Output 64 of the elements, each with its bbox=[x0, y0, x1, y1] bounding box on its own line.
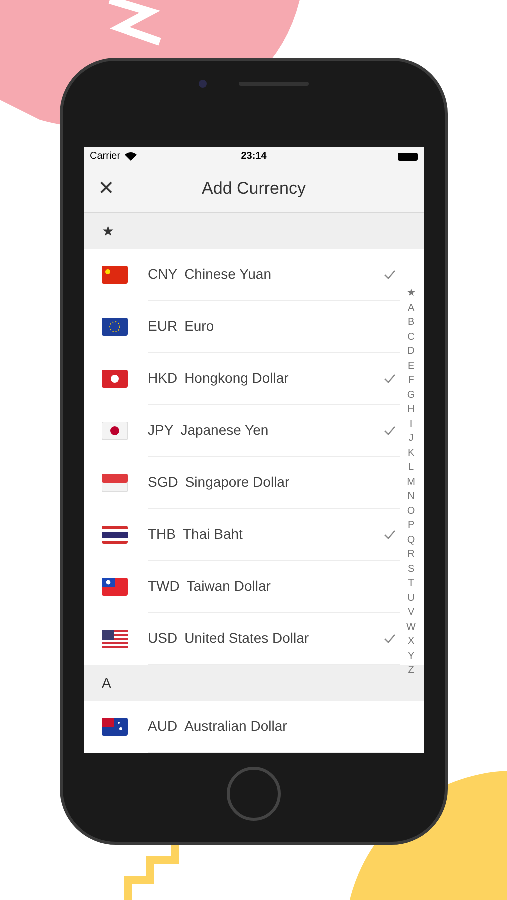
index-letter[interactable]: R bbox=[408, 548, 415, 562]
index-letter[interactable]: N bbox=[408, 490, 415, 504]
currency-name: Singapore Dollar bbox=[185, 473, 291, 492]
close-button[interactable]: ✕ bbox=[98, 179, 115, 200]
flag-icon bbox=[102, 422, 128, 440]
index-letter[interactable]: Z bbox=[408, 664, 414, 678]
carrier-label: Carrier bbox=[90, 150, 121, 164]
index-letter[interactable]: D bbox=[408, 345, 415, 360]
index-letter[interactable]: S bbox=[408, 562, 415, 577]
flag-icon bbox=[102, 474, 128, 492]
index-letter[interactable]: Q bbox=[407, 534, 416, 548]
flag-icon bbox=[102, 318, 128, 336]
index-letter[interactable]: C bbox=[408, 330, 415, 345]
zigzag-line bbox=[124, 845, 179, 900]
currency-name: Taiwan Dollar bbox=[186, 577, 272, 596]
index-letter[interactable]: J bbox=[408, 432, 414, 446]
index-letter[interactable]: W bbox=[406, 620, 416, 635]
screen-title: Add Currency bbox=[202, 178, 306, 200]
flag-icon bbox=[102, 630, 128, 648]
status-time: 23:14 bbox=[241, 150, 267, 164]
currency-code: AUD bbox=[148, 717, 178, 736]
index-letter[interactable]: P bbox=[408, 519, 415, 534]
wifi-icon bbox=[124, 152, 137, 162]
currency-name: United States Dollar bbox=[184, 629, 310, 648]
camera-icon bbox=[199, 80, 207, 88]
currency-code: HKD bbox=[148, 369, 178, 388]
index-letter[interactable]: M bbox=[407, 476, 416, 490]
index-letter[interactable]: E bbox=[408, 360, 415, 374]
currency-name: Japanese Yen bbox=[180, 421, 270, 440]
index-letter[interactable]: L bbox=[408, 461, 414, 476]
currency-name: Thai Baht bbox=[183, 525, 244, 544]
index-letter[interactable]: K bbox=[408, 446, 415, 461]
currency-name: Hongkong Dollar bbox=[184, 369, 290, 388]
index-letter[interactable]: I bbox=[410, 418, 413, 432]
currency-name: Australian Dollar bbox=[184, 717, 288, 736]
index-letter[interactable]: Y bbox=[408, 650, 415, 664]
currency-code: JPY bbox=[148, 421, 174, 440]
currency-code: CNY bbox=[148, 265, 178, 284]
index-letter[interactable]: X bbox=[408, 635, 415, 650]
flag-icon bbox=[102, 526, 128, 544]
index-letter[interactable]: U bbox=[408, 592, 415, 606]
currency-code: SGD bbox=[148, 473, 178, 492]
index-letter[interactable]: F bbox=[408, 374, 414, 388]
home-button[interactable] bbox=[227, 767, 281, 821]
currency-code: USD bbox=[148, 629, 178, 648]
flag-icon bbox=[102, 578, 128, 596]
battery-icon bbox=[398, 152, 418, 161]
flag-icon bbox=[102, 266, 128, 284]
index-letter[interactable]: ★ bbox=[406, 287, 416, 302]
index-letter[interactable]: H bbox=[408, 403, 415, 418]
index-letter[interactable]: V bbox=[408, 606, 415, 620]
index-letter[interactable]: T bbox=[408, 577, 414, 592]
index-letter[interactable]: O bbox=[407, 504, 416, 519]
currency-code: TWD bbox=[148, 577, 180, 596]
flag-icon bbox=[102, 370, 128, 388]
currency-code: EUR bbox=[148, 317, 178, 336]
index-letter[interactable]: G bbox=[407, 388, 416, 403]
section-header: ★ bbox=[84, 213, 424, 249]
currency-name: Euro bbox=[184, 317, 216, 336]
index-letter[interactable]: B bbox=[408, 316, 415, 330]
flag-icon bbox=[102, 718, 128, 736]
currency-name: Chinese Yuan bbox=[184, 265, 272, 284]
currency-code: THB bbox=[148, 525, 176, 544]
index-letter[interactable]: A bbox=[408, 302, 415, 316]
